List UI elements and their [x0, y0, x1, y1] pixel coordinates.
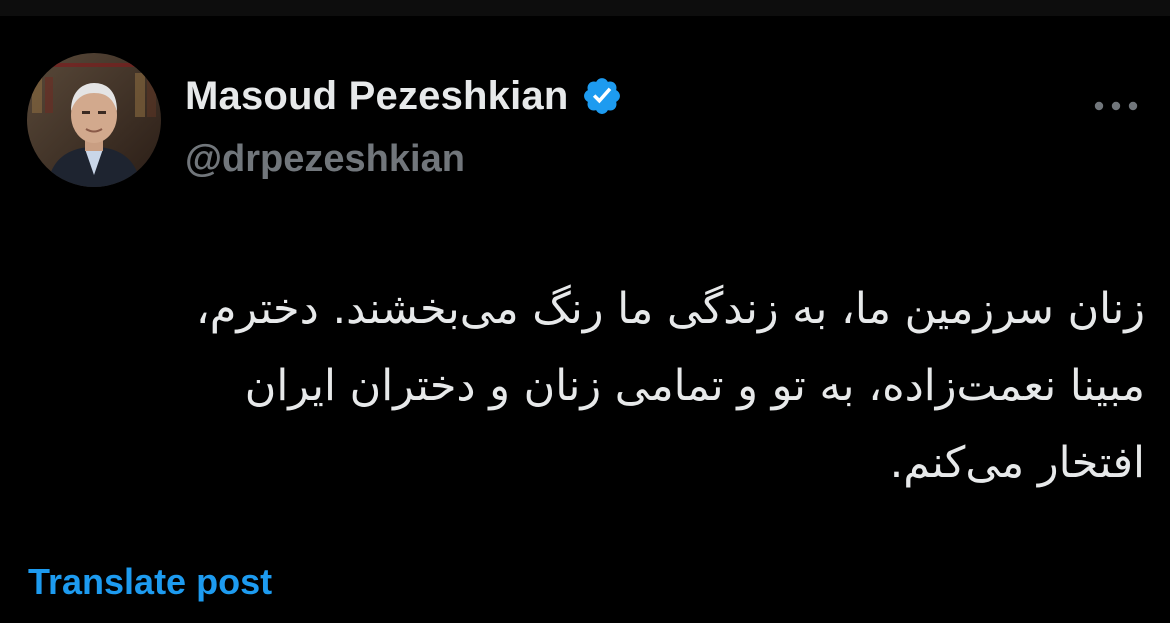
post-text-line: مبینا نعمت‌زاده، به تو و تمامی زنان و دخ…	[244, 361, 1145, 411]
post-text-line: زنان سرزمین ما، به زندگی ما رنگ می‌بخشند…	[195, 284, 1145, 334]
post-text-line: افتخار می‌کنم.	[889, 438, 1145, 488]
more-horizontal-icon	[1094, 101, 1138, 111]
author-avatar[interactable]	[27, 53, 161, 187]
post-card[interactable]: Masoud Pezeshkian @drpezeshkian زنان سرز…	[0, 16, 1170, 623]
author-handle[interactable]: @drpezeshkian	[185, 138, 465, 181]
more-options-button[interactable]	[1090, 84, 1142, 128]
author-name-row: Masoud Pezeshkian	[185, 71, 623, 121]
author-display-name[interactable]: Masoud Pezeshkian	[185, 74, 569, 119]
top-strip	[0, 0, 1170, 16]
avatar-photo-icon	[27, 53, 161, 187]
verified-badge-icon[interactable]	[581, 75, 623, 117]
post-text: زنان سرزمین ما، به زندگی ما رنگ می‌بخشند…	[60, 271, 1145, 502]
translate-post-link[interactable]: Translate post	[28, 561, 272, 603]
